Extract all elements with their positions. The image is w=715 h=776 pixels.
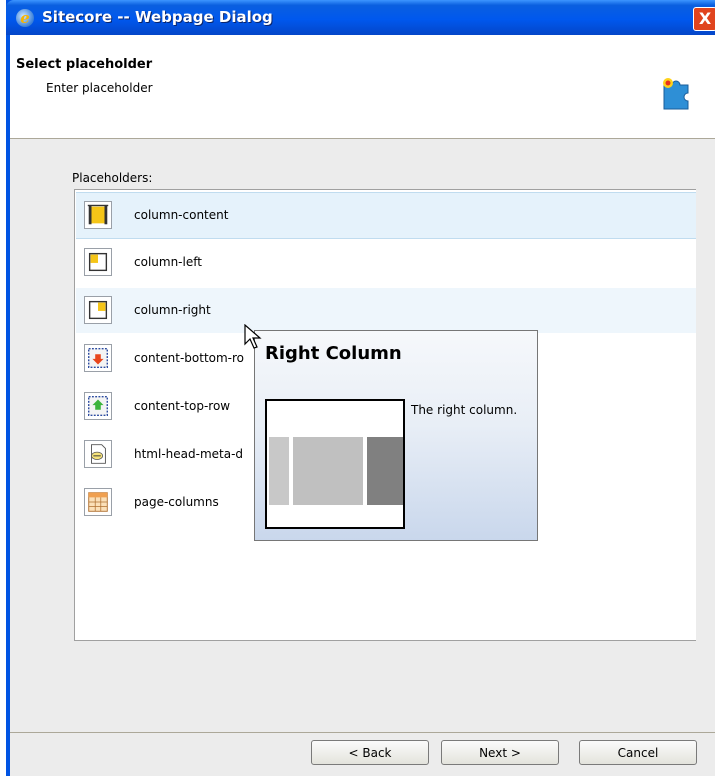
preview-content-column [293,437,363,505]
preview-left-column [269,437,289,505]
window-title: Sitecore -- Webpage Dialog [42,8,273,26]
tooltip-description: The right column. [411,403,518,417]
back-button[interactable]: < Back [311,740,429,765]
list-item-label: content-top-row [134,399,231,413]
placeholder-tooltip: Right Column The right column. [254,330,538,541]
tooltip-title: Right Column [265,343,402,364]
footer-divider [10,732,715,733]
close-button[interactable]: X [693,7,715,31]
content-bottom-row-icon [84,344,112,372]
preview-right-column [367,437,403,505]
list-item-label: content-bottom-ro [134,351,245,365]
layout-preview [265,399,405,529]
html-head-meta-icon [84,440,112,468]
mouse-cursor-icon [244,324,262,349]
page-columns-icon [84,488,112,516]
internet-explorer-icon: e [16,9,34,27]
puzzle-wizard-icon [663,78,689,110]
cancel-button[interactable]: Cancel [579,740,697,765]
list-item-column-content[interactable]: column-content [76,192,696,239]
list-item-label: column-left [134,255,202,269]
list-item-label: column-content [134,208,229,222]
list-item-column-left[interactable]: column-left [76,240,696,285]
title-bar[interactable]: e Sitecore -- Webpage Dialog X [6,0,715,35]
page-subtitle: Enter placeholder [46,81,153,95]
wizard-header: Select placeholder Enter placeholder [10,35,715,139]
list-item-column-right[interactable]: column-right [76,288,696,333]
content-top-row-icon [84,392,112,420]
column-right-icon [84,296,112,324]
list-item-label: column-right [134,303,211,317]
page-title: Select placeholder [16,57,153,72]
list-item-label: html-head-meta-d [134,447,244,461]
next-button[interactable]: Next > [441,740,559,765]
list-item-label: page-columns [134,495,219,509]
column-content-icon [84,201,112,229]
placeholders-label: Placeholders: [72,171,153,185]
column-left-icon [84,248,112,276]
